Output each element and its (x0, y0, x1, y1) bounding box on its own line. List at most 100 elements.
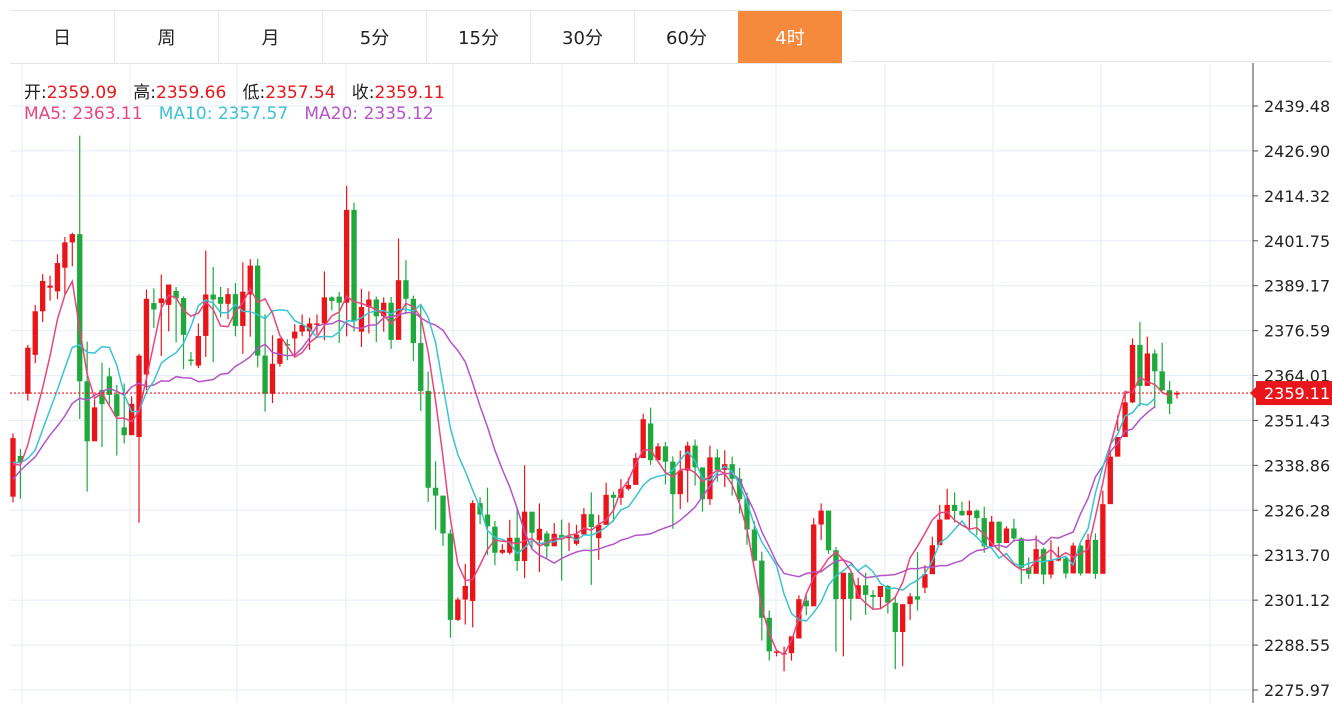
candle-body (825, 510, 832, 551)
y-tick-label: 2439.48 (1264, 97, 1330, 116)
y-tick-label: 2414.32 (1264, 187, 1330, 206)
candle-body (529, 511, 535, 533)
low-value: 2357.54 (265, 83, 336, 103)
open-label: 开: (24, 83, 47, 103)
candle-body (581, 514, 587, 535)
candle-body (714, 457, 721, 470)
y-tick-label: 2338.86 (1264, 456, 1330, 475)
tab-7[interactable]: 4时 (738, 11, 842, 63)
ma10-label: MA10: (158, 104, 213, 124)
candle-body (269, 363, 276, 394)
candle-body (418, 343, 424, 391)
candle-body (877, 585, 884, 598)
ma5-label: MA5: (24, 104, 67, 124)
candle-body (1085, 539, 1091, 574)
candle-body (69, 234, 75, 243)
candle-body (588, 514, 594, 528)
candle-body (54, 263, 61, 292)
ohlc-readout: 开:2359.09 高:2359.66 低:2357.54 收:2359.11 (24, 78, 445, 103)
candle-body (1159, 371, 1165, 391)
candle-body (625, 484, 632, 489)
candle-body (47, 285, 53, 288)
candle-body (996, 521, 1002, 544)
tab-3[interactable]: 5分 (322, 11, 426, 63)
candle-body (870, 594, 876, 598)
candle-body (77, 234, 83, 382)
tab-2[interactable]: 月 (218, 11, 322, 63)
ma10-line (12, 299, 1156, 622)
tab-0[interactable]: 日 (10, 11, 114, 63)
candle-body (811, 524, 817, 607)
candle-body (62, 242, 68, 268)
ma10-value: 2357.57 (217, 104, 289, 124)
candle-body (336, 296, 342, 303)
y-tick-label: 2401.75 (1264, 232, 1330, 251)
candle-body (151, 303, 157, 310)
y-tick-label: 2301.12 (1264, 591, 1330, 610)
candle-body (499, 549, 505, 553)
candle-body (277, 338, 283, 364)
candle-body (195, 335, 202, 366)
candle-body (321, 297, 328, 324)
candle-body (425, 390, 431, 488)
close-label: 收: (351, 83, 375, 103)
ma20-label: MA20: (304, 104, 359, 124)
candle-body (180, 298, 187, 335)
candle-body (329, 297, 335, 301)
candle-body (447, 533, 454, 620)
candle-body (25, 347, 31, 394)
y-tick-label: 2326.28 (1264, 501, 1330, 520)
tab-6[interactable]: 60分 (634, 11, 738, 63)
candle-body (1129, 344, 1136, 403)
y-tick-label: 2313.70 (1264, 546, 1330, 565)
tab-5[interactable]: 30分 (530, 11, 634, 63)
y-tick-label: 2426.90 (1264, 142, 1330, 161)
candle-body (343, 209, 350, 303)
candle-body (914, 596, 921, 600)
tab-4[interactable]: 15分 (426, 11, 530, 63)
last-price-label: 2359.11 (1264, 384, 1330, 403)
candle-body (536, 528, 543, 541)
candle-body (158, 298, 164, 304)
candle-body (106, 376, 113, 395)
candle-body (951, 504, 958, 511)
candle-body (1092, 539, 1099, 574)
candle-body (514, 537, 520, 561)
candle-body (959, 510, 965, 516)
y-tick-label: 2376.59 (1264, 322, 1330, 341)
candle-body (892, 602, 898, 633)
candlestick-chart[interactable]: 2439.48 2426.90 2414.32 2401.75 2389.17 2376.… (0, 63, 1332, 703)
candle-body (685, 445, 691, 471)
candle-body (136, 355, 142, 438)
candle-body (1166, 390, 1173, 404)
candle-body (900, 604, 906, 633)
candle-body (1018, 538, 1024, 568)
candle-body (39, 280, 46, 312)
candle-body (432, 487, 439, 496)
candle-body (1107, 456, 1113, 505)
candle-body (121, 427, 127, 436)
high-value: 2359.66 (156, 83, 227, 103)
candle-body (469, 503, 476, 601)
tab-1[interactable]: 周 (114, 11, 218, 63)
open-value: 2359.09 (46, 83, 118, 103)
ma-readout: MA5: 2363.11 MA10: 2357.57 MA20: 2335.12 (24, 104, 434, 124)
candle-body (610, 494, 617, 498)
candle-body (403, 280, 409, 299)
candle-body (91, 407, 98, 442)
candle-body (292, 331, 298, 339)
candle-body (225, 294, 231, 304)
candle-body (254, 265, 261, 356)
y-tick-label: 2288.55 (1264, 636, 1330, 655)
candle-body (84, 381, 90, 442)
ma20-value: 2335.12 (363, 104, 434, 124)
high-label: 高: (133, 83, 156, 103)
candle-body (966, 510, 973, 516)
candle-body (455, 599, 461, 620)
y-tick-label: 2389.17 (1264, 277, 1330, 296)
candle-body (677, 470, 683, 495)
candle-body (1063, 558, 1069, 574)
candle-body (143, 298, 150, 375)
candle-body (840, 572, 847, 600)
candle-body (440, 495, 446, 534)
